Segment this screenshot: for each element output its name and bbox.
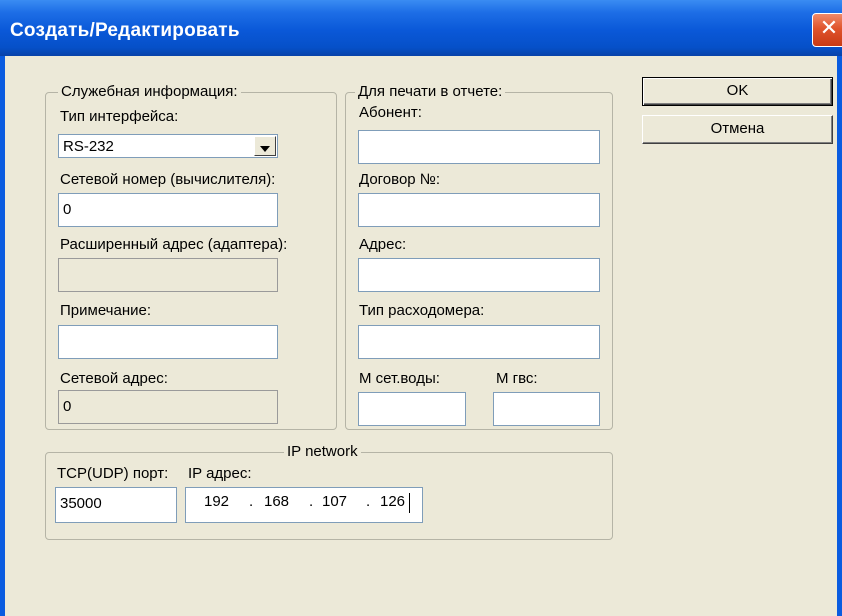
close-icon: ✕ [819, 16, 839, 41]
contract-label: Договор №: [359, 171, 441, 188]
network-number-label: Сетевой номер (вычислителя): [60, 171, 276, 188]
extended-address-input [58, 258, 278, 292]
window-title: Создать/Редактировать [10, 20, 240, 41]
window-frame-left [0, 56, 5, 616]
ip-network-legend: IP network [284, 443, 361, 461]
window-frame-right [837, 56, 842, 616]
network-address-input: 0 [58, 390, 278, 424]
service-info-legend: Служебная информация: [58, 83, 241, 101]
extended-address-label: Расширенный адрес (адаптера): [60, 236, 288, 253]
interface-type-label: Тип интерфейса: [60, 108, 179, 125]
ip-octet-3[interactable]: 107 [322, 493, 347, 511]
ok-button[interactable]: OK [642, 77, 833, 106]
subscriber-label: Абонент: [359, 104, 422, 121]
m-hot-water-input[interactable] [493, 392, 600, 426]
dropdown-button[interactable] [254, 136, 276, 156]
flowmeter-type-input[interactable] [358, 325, 600, 359]
ip-dot-1: . [249, 493, 254, 510]
close-button[interactable]: ✕ [812, 13, 842, 47]
ip-address-label: IP адрес: [188, 465, 252, 482]
cancel-button[interactable]: Отмена [642, 115, 833, 144]
dialog-window: Создать/Редактировать ✕ Служебная информ… [0, 0, 842, 616]
flowmeter-type-label: Тип расходомера: [359, 302, 485, 319]
address-label: Адрес: [359, 236, 407, 253]
network-number-input[interactable]: 0 [58, 193, 278, 227]
interface-type-value: RS-232 [63, 138, 114, 155]
interface-type-select[interactable]: RS-232 [58, 134, 278, 158]
m-network-water-label: М сет.воды: [359, 370, 440, 387]
ip-dot-3: . [366, 493, 371, 510]
ip-octet-2[interactable]: 168 [264, 493, 289, 511]
ip-octet-1[interactable]: 192 [204, 493, 229, 511]
tcp-port-input[interactable]: 35000 [55, 487, 177, 523]
tcp-port-label: TCP(UDP) порт: [57, 465, 169, 482]
m-hot-water-label: М гвс: [496, 370, 538, 387]
subscriber-input[interactable] [358, 130, 600, 164]
ip-address-input[interactable]: 192 . 168 . 107 . 126 [185, 487, 423, 523]
text-caret [409, 493, 410, 513]
ip-octet-4[interactable]: 126 [380, 493, 405, 511]
network-address-label: Сетевой адрес: [60, 370, 168, 387]
contract-input[interactable] [358, 193, 600, 227]
ip-dot-2: . [309, 493, 314, 510]
note-label: Примечание: [60, 302, 151, 319]
chevron-down-icon [260, 146, 270, 152]
note-input[interactable] [58, 325, 278, 359]
print-info-legend: Для печати в отчете: [355, 83, 506, 101]
title-bar[interactable]: Создать/Редактировать ✕ [0, 0, 842, 56]
address-input[interactable] [358, 258, 600, 292]
m-network-water-input[interactable] [358, 392, 466, 426]
